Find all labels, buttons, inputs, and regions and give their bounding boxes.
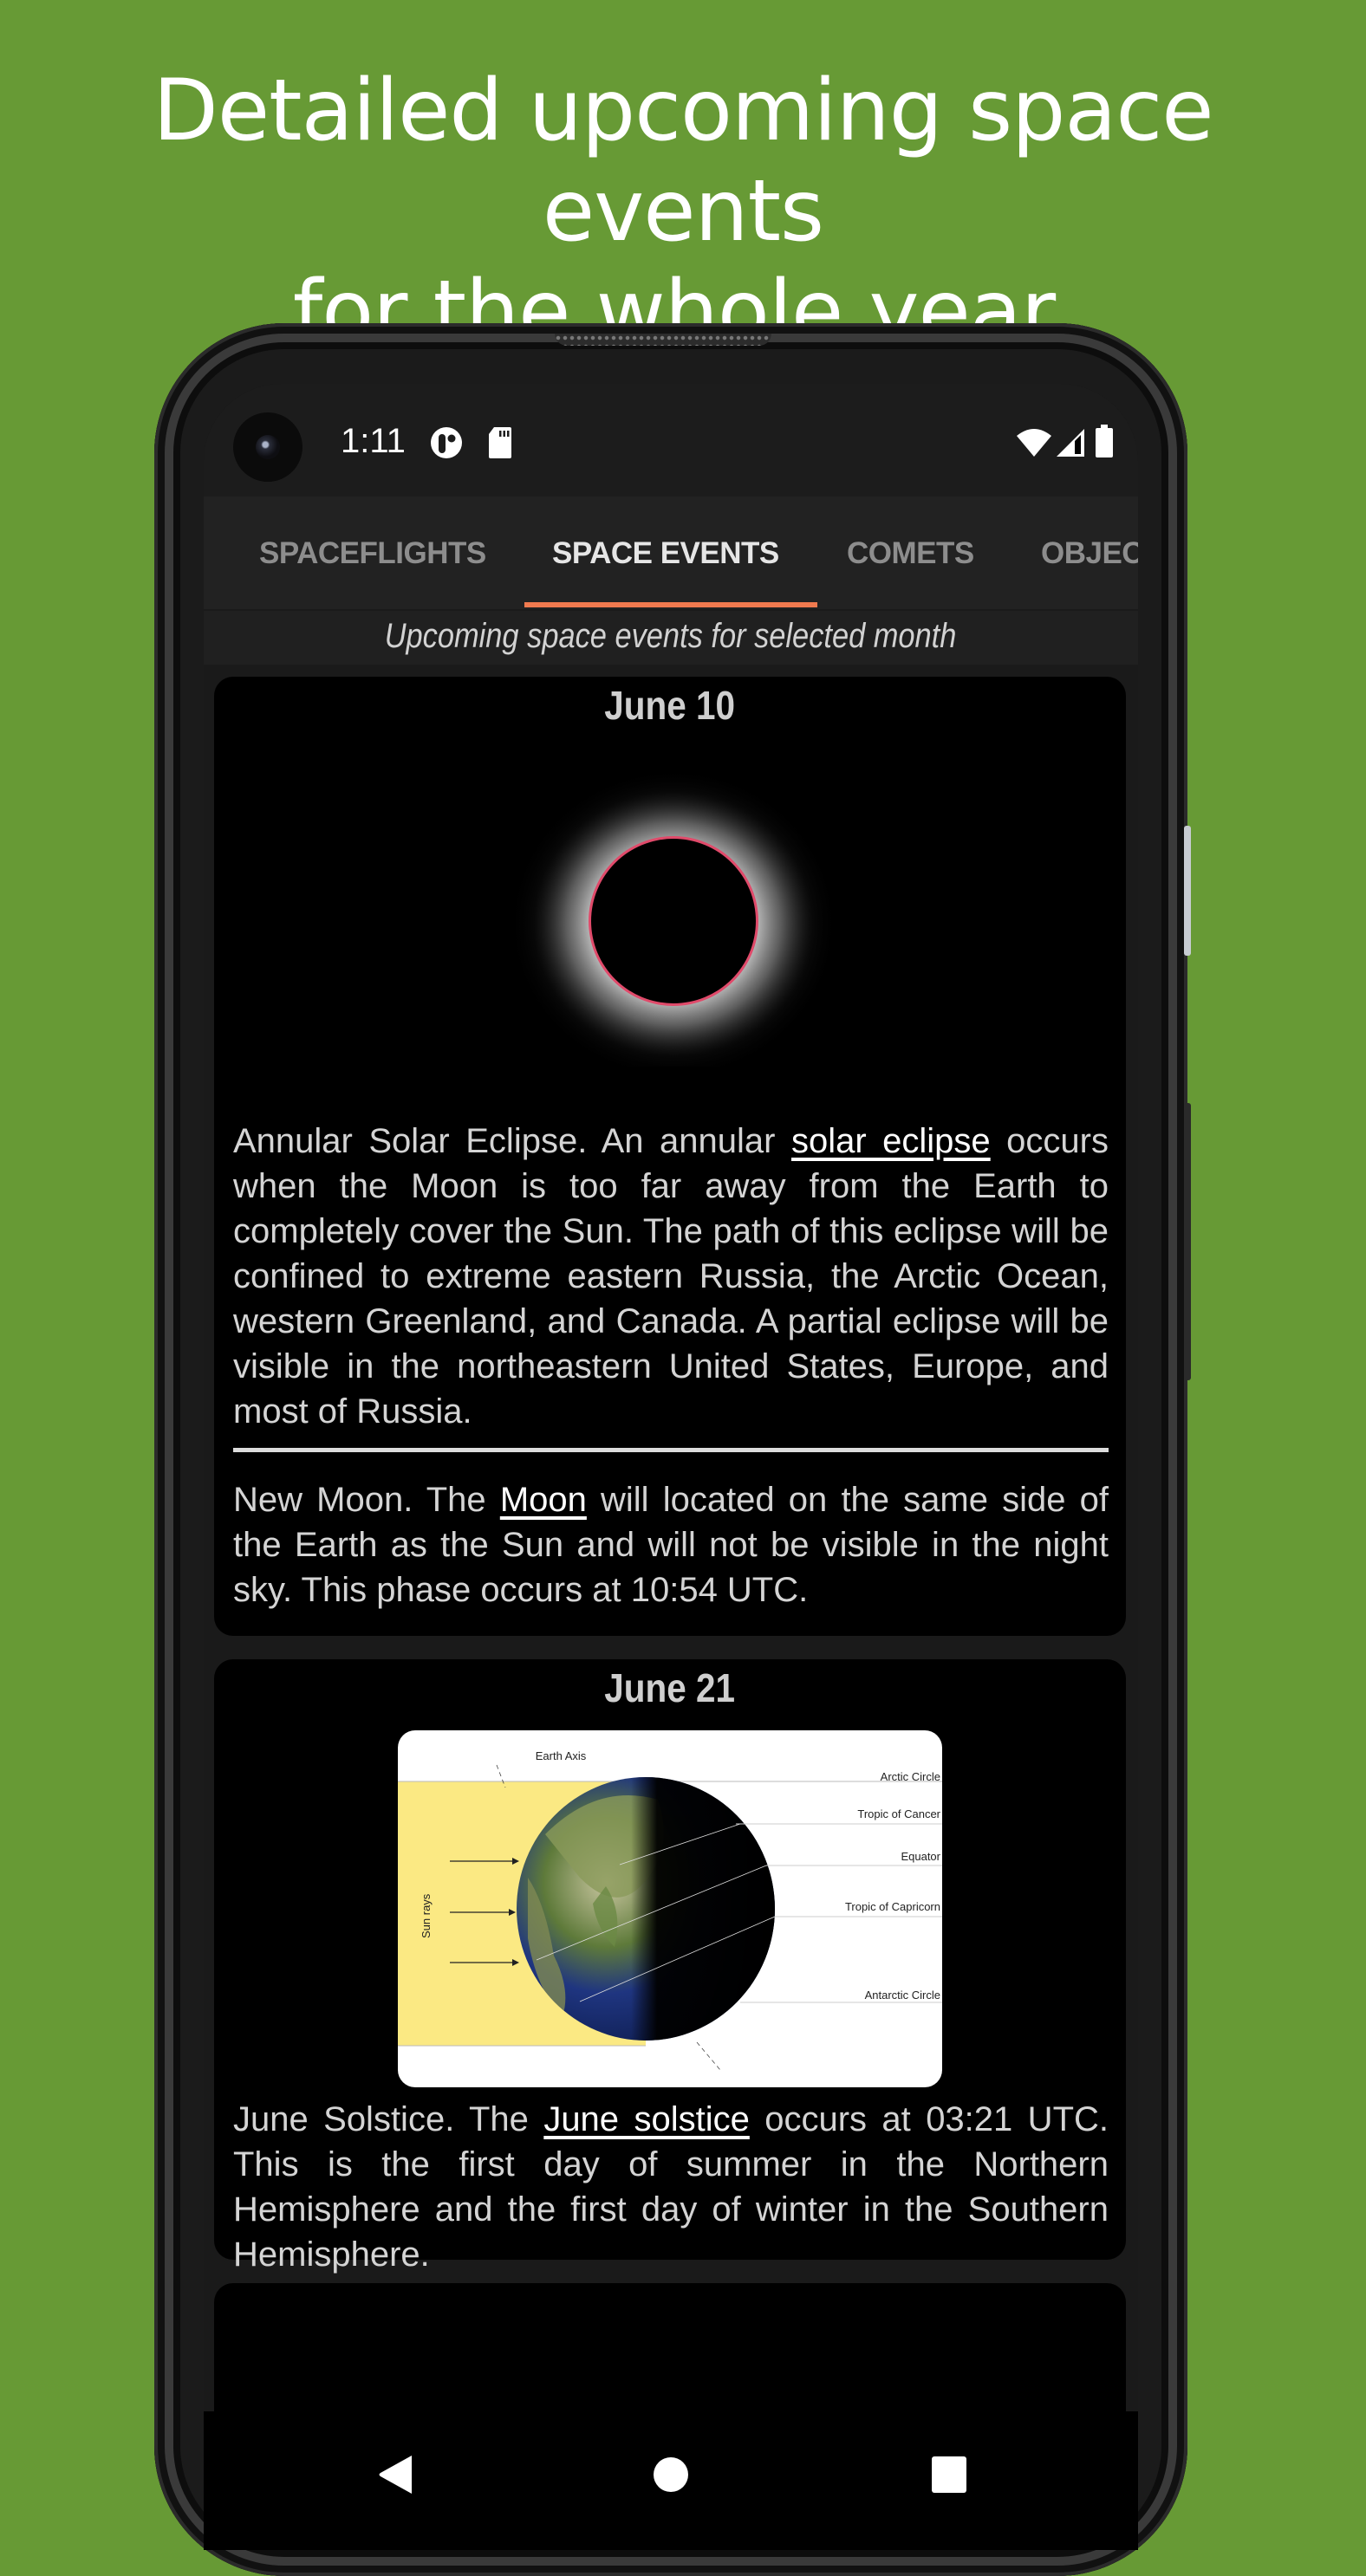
label-antarctic-circle: Antarctic Circle xyxy=(865,1989,940,2002)
june-solstice-link[interactable]: June solstice xyxy=(543,2100,750,2138)
battery-icon xyxy=(1096,425,1113,457)
label-equator: Equator xyxy=(901,1850,940,1863)
event-date: June 21 xyxy=(604,1665,736,1710)
phone-frame: 1:11 SPACEFLIGHTS SPACE EVENTS COMETS OB… xyxy=(154,323,1191,2576)
solstice-diagram-image: Earth Axis Arctic Circle Tropic of Cance… xyxy=(398,1730,942,2087)
solar-eclipse-image xyxy=(509,755,838,1067)
status-bar: 1:11 xyxy=(204,384,1138,496)
front-camera xyxy=(233,412,302,482)
tab-objects[interactable]: OBJEC xyxy=(1041,536,1138,571)
active-tab-indicator xyxy=(524,602,817,607)
label-tropic-capricorn: Tropic of Capricorn xyxy=(845,1900,940,1913)
navigation-bar xyxy=(204,2411,1138,2550)
volume-button xyxy=(1184,1103,1191,1380)
status-time: 1:11 xyxy=(341,422,406,460)
event-description: June Solstice. The June solstice occurs … xyxy=(233,2100,1109,2274)
tab-comets[interactable]: COMETS xyxy=(847,536,974,571)
headline-line-1: Detailed upcoming space events xyxy=(153,62,1213,261)
app-notification-icon xyxy=(431,427,462,458)
event-date: June 10 xyxy=(604,683,736,728)
cell-signal-icon xyxy=(1057,429,1084,457)
phone-screen: 1:11 SPACEFLIGHTS SPACE EVENTS COMETS OB… xyxy=(204,384,1138,2550)
tab-bar: SPACEFLIGHTS SPACE EVENTS COMETS OBJEC xyxy=(204,496,1138,609)
label-tropic-cancer: Tropic of Cancer xyxy=(857,1807,940,1820)
solar-eclipse-link[interactable]: solar eclipse xyxy=(791,1122,991,1160)
event-divider xyxy=(233,1448,1109,1452)
home-icon[interactable] xyxy=(652,2453,690,2496)
back-icon[interactable] xyxy=(377,2453,415,2496)
label-earth-axis: Earth Axis xyxy=(536,1749,587,1762)
events-list[interactable]: June 10 Annular Solar Eclipse. An annula… xyxy=(204,665,1138,2550)
event-card: June 21 Earth Axis Arctic Circle Tropic … xyxy=(214,1659,1126,2274)
promo-headline: Detailed upcoming space events for the w… xyxy=(0,61,1366,362)
label-arctic-circle: Arctic Circle xyxy=(881,1770,940,1783)
sd-card-icon xyxy=(489,427,511,458)
tab-spaceflights[interactable]: SPACEFLIGHTS xyxy=(259,536,486,571)
label-sun-rays: Sun rays xyxy=(420,1893,433,1938)
moon-link[interactable]: Moon xyxy=(500,1481,587,1519)
wifi-icon xyxy=(1017,429,1051,457)
event-card: June 10 Annular Solar Eclipse. An annula… xyxy=(214,677,1126,1636)
earpiece-speaker xyxy=(555,334,771,346)
tab-space-events[interactable]: SPACE EVENTS xyxy=(552,536,779,571)
power-button xyxy=(1184,826,1191,956)
recents-icon[interactable] xyxy=(930,2453,968,2496)
event-description: New Moon. The Moon will located on the s… xyxy=(233,1481,1109,1609)
event-description: Annular Solar Eclipse. An annular solar … xyxy=(233,1122,1109,1431)
section-subtitle: Upcoming space events for selected month xyxy=(204,611,1138,665)
